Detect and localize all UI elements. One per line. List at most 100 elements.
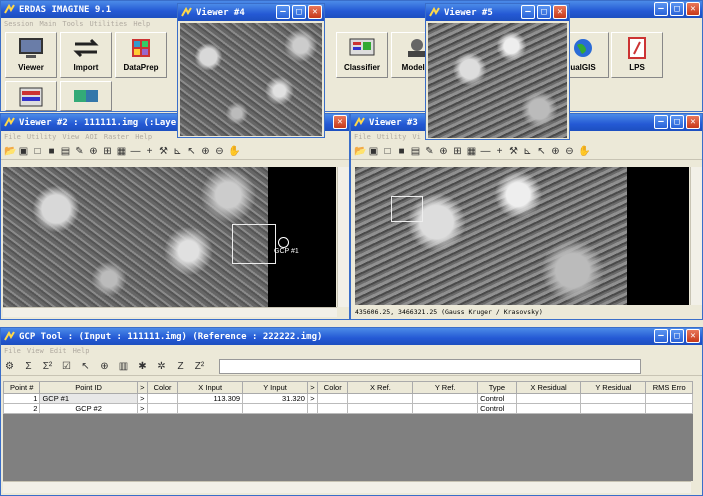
cell-point-id[interactable]: GCP #1 — [39, 393, 138, 404]
cell-type[interactable]: Control — [477, 403, 517, 414]
minimize-button[interactable]: – — [521, 5, 535, 19]
hammer-icon[interactable]: ⚒ — [158, 146, 169, 157]
menu-help[interactable]: Help — [133, 20, 150, 28]
col-color-ref[interactable]: Color — [317, 381, 349, 394]
col-point-num[interactable]: Point # — [2, 381, 41, 394]
gcp-hscrollbar[interactable] — [3, 481, 691, 493]
viewer5-image[interactable] — [428, 23, 567, 138]
minimize-button[interactable]: – — [654, 2, 668, 16]
zoom-in-icon[interactable]: ⊕ — [200, 146, 211, 157]
menu-raster[interactable]: Raster — [104, 133, 129, 141]
cell-y-input[interactable]: 31.320 — [242, 393, 308, 404]
pointer-icon[interactable]: ↖ — [80, 361, 91, 372]
maximize-button[interactable]: □ — [670, 2, 684, 16]
cell-arrow[interactable]: > — [306, 393, 319, 404]
settings-icon[interactable]: ⚙ — [4, 361, 15, 372]
menu-file[interactable]: File — [354, 133, 371, 141]
cell-y-input[interactable] — [242, 403, 308, 414]
col-color-in[interactable]: Color — [146, 381, 179, 394]
col-type[interactable]: Type — [477, 381, 517, 394]
pan-hand-icon[interactable]: ✋ — [578, 146, 590, 157]
viewer3-vscrollbar[interactable] — [690, 167, 702, 305]
hammer-icon[interactable]: ⚒ — [508, 146, 519, 157]
classifier-button[interactable]: Classifier — [336, 32, 388, 78]
gcp-marker-icon[interactable] — [278, 237, 289, 248]
zoom-out-icon[interactable]: ⊖ — [214, 146, 225, 157]
gcp-titlebar[interactable]: GCP Tool : (Input : 111111.img) (Referen… — [1, 328, 702, 345]
viewer5-titlebar[interactable]: Viewer #5 – □ ✕ — [426, 4, 569, 21]
maximize-button[interactable]: □ — [670, 115, 684, 129]
cell-x-ref[interactable] — [347, 403, 414, 414]
maximize-button[interactable]: □ — [670, 329, 684, 343]
composer-button[interactable] — [5, 81, 57, 111]
menu-help[interactable]: Help — [135, 133, 152, 141]
viewer4-image[interactable] — [180, 23, 322, 136]
menu-edit[interactable]: Edit — [50, 347, 67, 355]
maximize-button[interactable]: □ — [292, 5, 306, 19]
open-folder-icon[interactable]: 📂 — [4, 146, 16, 157]
menu-file[interactable]: File — [4, 133, 21, 141]
minimize-button[interactable]: – — [276, 5, 290, 19]
check-icon[interactable]: ☑ — [61, 361, 72, 372]
menu-file[interactable]: File — [4, 347, 21, 355]
viewer2-image[interactable] — [3, 167, 268, 307]
print-icon[interactable]: ▤ — [60, 146, 71, 157]
save-icon[interactable]: ■ — [46, 146, 57, 157]
print-icon[interactable]: ▤ — [410, 146, 421, 157]
close-button[interactable]: ✕ — [553, 5, 567, 19]
pointer-icon[interactable]: ↖ — [536, 146, 547, 157]
maximize-button[interactable]: □ — [537, 5, 551, 19]
cell-color[interactable] — [317, 393, 349, 404]
line-icon[interactable]: — — [480, 146, 491, 157]
menu-help[interactable]: Help — [73, 347, 90, 355]
close-button[interactable]: ✕ — [686, 115, 700, 129]
lock-icon[interactable]: ▥ — [118, 361, 129, 372]
catalog-button[interactable] — [60, 81, 112, 111]
cell-arrow[interactable]: > — [136, 393, 148, 404]
line-icon[interactable]: — — [130, 146, 141, 157]
zoom-in-icon[interactable]: ⊕ — [550, 146, 561, 157]
crosshair-icon[interactable]: + — [144, 146, 155, 157]
lps-button[interactable]: LPS — [611, 32, 663, 78]
viewer2-vscrollbar[interactable] — [337, 167, 349, 307]
table-icon[interactable]: ▦ — [116, 146, 127, 157]
menu-utilities[interactable]: Utilities — [89, 20, 127, 28]
close-button[interactable]: ✕ — [308, 5, 322, 19]
table-row[interactable]: 1 GCP #1 > 113.309 31.320 > Control — [2, 393, 693, 404]
cell-color[interactable] — [146, 393, 179, 404]
table-icon[interactable]: ▦ — [466, 146, 477, 157]
cell-color[interactable] — [317, 403, 349, 414]
minimize-button[interactable]: – — [654, 115, 668, 129]
col-arrow-ref[interactable]: > — [306, 381, 319, 394]
table-row[interactable]: 2 GCP #2 > Control — [2, 403, 693, 414]
sum-icon[interactable]: Σ — [23, 361, 34, 372]
cell-point-id[interactable]: GCP #2 — [39, 403, 138, 414]
cell-color[interactable] — [146, 403, 179, 414]
minimize-button[interactable]: – — [654, 329, 668, 343]
open-icon[interactable]: ▣ — [368, 146, 379, 157]
main-titlebar[interactable]: ERDAS IMAGINE 9.1 – □ ✕ — [1, 1, 702, 18]
dataprep-button[interactable]: DataPrep — [115, 32, 167, 78]
cell-type[interactable]: Control — [477, 393, 517, 404]
col-x-residual[interactable]: X Residual — [515, 381, 582, 394]
gcp-target-icon[interactable]: ⊕ — [99, 361, 110, 372]
menu-aoi[interactable]: AOI — [85, 133, 98, 141]
target-icon[interactable]: ⊕ — [88, 146, 99, 157]
save-icon[interactable]: ■ — [396, 146, 407, 157]
menu-view[interactable]: View — [27, 347, 44, 355]
menu-utility[interactable]: Utility — [27, 133, 57, 141]
col-y-ref[interactable]: Y Ref. — [412, 381, 479, 394]
find-icon[interactable]: ✱ — [137, 361, 148, 372]
target-icon[interactable]: ⊕ — [438, 146, 449, 157]
menu-view[interactable]: Vi — [412, 133, 420, 141]
close-button[interactable]: ✕ — [686, 329, 700, 343]
cell-arrow[interactable] — [306, 403, 319, 414]
open-icon[interactable]: ▣ — [18, 146, 29, 157]
import-button[interactable]: Import — [60, 32, 112, 78]
pencil-icon[interactable]: ✎ — [74, 146, 85, 157]
measure-icon[interactable]: ⊾ — [522, 146, 533, 157]
menu-utility[interactable]: Utility — [377, 133, 407, 141]
pan-hand-icon[interactable]: ✋ — [228, 146, 240, 157]
col-point-id[interactable]: Point ID — [39, 381, 138, 394]
viewer2-hscrollbar[interactable] — [3, 307, 337, 317]
